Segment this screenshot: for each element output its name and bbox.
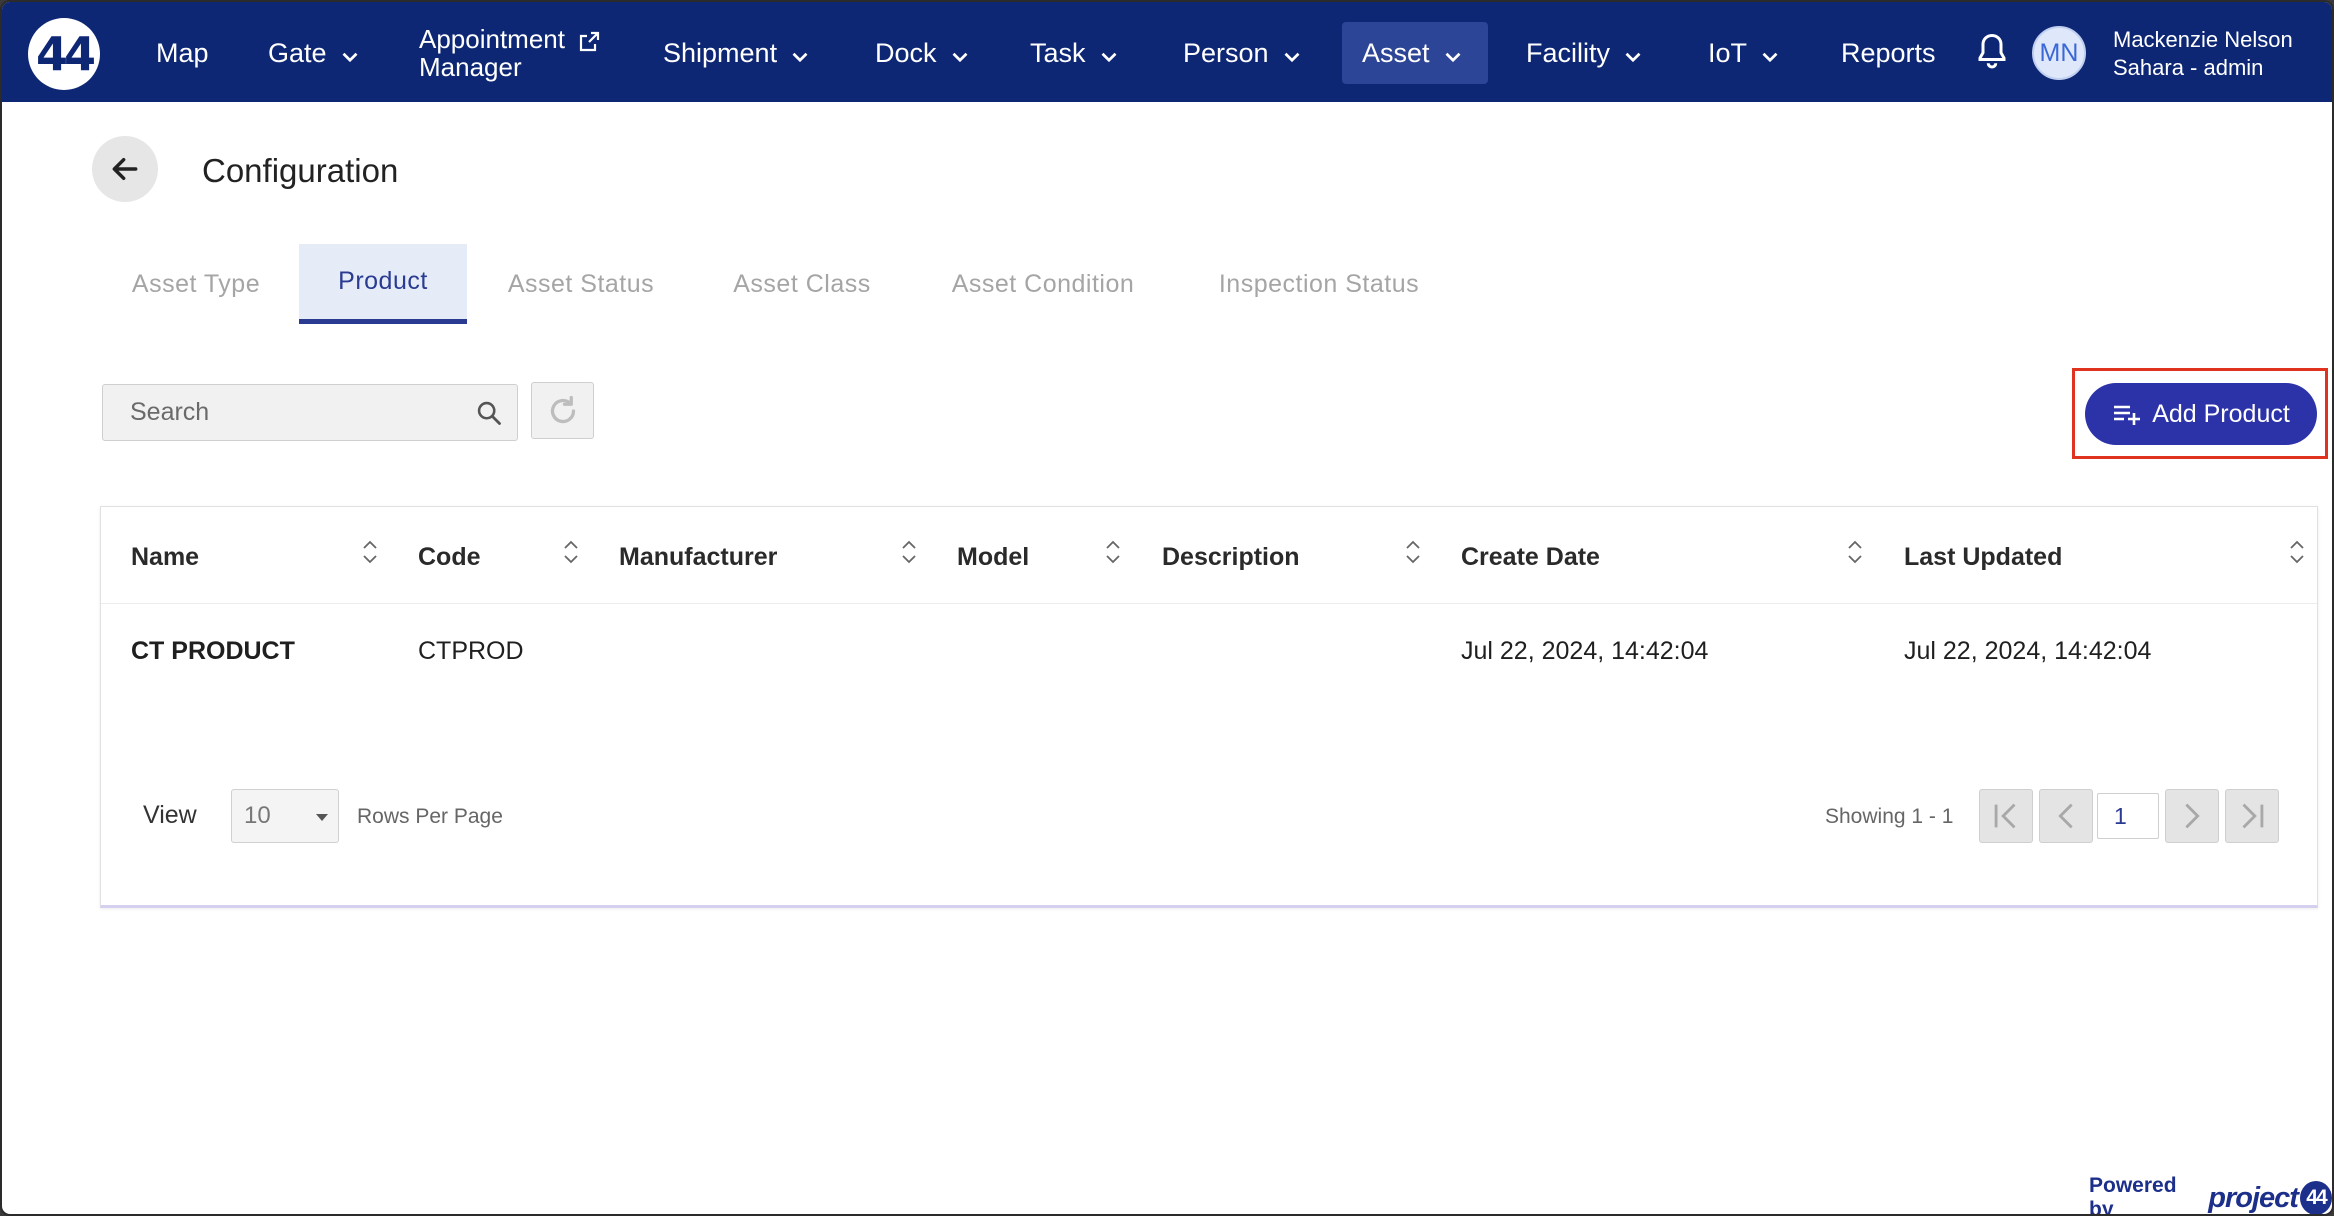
nav-shipment[interactable]: Shipment: [663, 22, 813, 84]
view-label: View: [143, 801, 197, 829]
refresh-icon: [550, 395, 575, 423]
bell-icon[interactable]: [1974, 32, 2010, 72]
showing-count: Showing 1 - 1: [1825, 805, 1954, 828]
product-table-card: Name Code Manufacturer Model Description…: [100, 506, 2318, 908]
chevron-down-icon: [952, 52, 967, 63]
chevron-left-icon: [2058, 803, 2073, 829]
cell-create-date: Jul 22, 2024, 14:42:04: [1461, 637, 1709, 665]
playlist-add-icon: [2114, 405, 2141, 425]
nav-shipment-label: Shipment: [663, 37, 778, 68]
sort-icon[interactable]: [361, 537, 379, 567]
rows-per-page-value: 10: [244, 802, 271, 829]
nav-facility-label: Facility: [1526, 37, 1611, 68]
cell-code: CTPROD: [418, 637, 524, 665]
avatar[interactable]: MN: [2032, 26, 2086, 80]
column-header-description[interactable]: Description: [1162, 543, 1300, 572]
caret-down-icon: [316, 814, 328, 821]
search-input[interactable]: [103, 385, 517, 440]
sort-icon[interactable]: [900, 537, 918, 567]
sort-icon[interactable]: [1846, 537, 1864, 567]
nav-gate-label: Gate: [268, 37, 327, 68]
nav-gate[interactable]: Gate: [268, 22, 363, 84]
nav-task-label: Task: [1030, 37, 1086, 68]
first-page-button[interactable]: [1979, 789, 2033, 843]
rows-per-page-select[interactable]: 10: [231, 789, 339, 843]
brand-badge: 44: [2299, 1181, 2332, 1214]
tab-asset-type[interactable]: Asset Type: [106, 244, 286, 324]
chevron-down-icon: [342, 52, 358, 63]
chevron-down-icon: [1625, 52, 1641, 63]
previous-page-button[interactable]: [2039, 789, 2093, 843]
app-window: 44 Map Gate Appointment Manager Shipment…: [0, 0, 2334, 1216]
brand-logo: project: [2208, 1181, 2299, 1214]
refresh-button[interactable]: [531, 382, 594, 439]
logo[interactable]: 44: [28, 18, 100, 90]
nav-appointment-manager-label: Appointment Manager: [419, 25, 565, 81]
nav-person-label: Person: [1183, 37, 1269, 68]
nav-reports[interactable]: Reports: [1841, 22, 1936, 84]
nav-facility[interactable]: Facility: [1526, 22, 1646, 84]
user-org: Sahara - admin: [2113, 55, 2264, 80]
sort-icon[interactable]: [1404, 537, 1422, 567]
add-product-label: Add Product: [2152, 399, 2290, 428]
chevron-right-icon: [2185, 803, 2200, 829]
add-product-button[interactable]: Add Product: [2085, 383, 2317, 445]
arrow-left-icon: [112, 157, 138, 181]
column-header-manufacturer[interactable]: Manufacturer: [619, 543, 777, 572]
tab-product[interactable]: Product: [299, 244, 467, 324]
chevron-down-icon: [1284, 52, 1300, 63]
nav-asset-label: Asset: [1362, 37, 1430, 68]
nav-dock-label: Dock: [875, 37, 937, 68]
column-header-last-updated[interactable]: Last Updated: [1904, 543, 2062, 572]
tab-inspection-status[interactable]: Inspection Status: [1202, 244, 1436, 324]
powered-by-text: Powered by: [2089, 1174, 2177, 1216]
column-header-name[interactable]: Name: [131, 543, 199, 572]
sort-icon[interactable]: [2288, 537, 2306, 567]
rows-per-page-label: Rows Per Page: [357, 805, 503, 828]
nav-person[interactable]: Person: [1183, 22, 1305, 84]
last-page-icon: [2242, 803, 2264, 829]
tab-asset-status[interactable]: Asset Status: [490, 244, 672, 324]
nav-reports-label: Reports: [1841, 37, 1936, 68]
search-icon[interactable]: [475, 399, 503, 427]
user-info[interactable]: Mackenzie Nelson Sahara - admin: [2113, 26, 2293, 82]
chevron-down-icon: [1445, 52, 1460, 63]
top-navigation-bar: 44 Map Gate Appointment Manager Shipment…: [2, 2, 2332, 102]
nav-appointment-line1: Appointment: [419, 24, 565, 54]
cell-last-updated: Jul 22, 2024, 14:42:04: [1904, 637, 2152, 665]
tab-asset-class[interactable]: Asset Class: [718, 244, 886, 324]
next-page-button[interactable]: [2165, 789, 2219, 843]
nav-appointment-line2: Manager: [419, 52, 522, 82]
nav-appointment-manager[interactable]: Appointment Manager: [419, 22, 601, 84]
nav-map[interactable]: Map: [156, 22, 209, 84]
sort-icon[interactable]: [1104, 537, 1122, 567]
nav-iot[interactable]: IoT: [1708, 22, 1783, 84]
tab-asset-condition[interactable]: Asset Condition: [934, 244, 1152, 324]
first-page-icon: [1994, 803, 2016, 829]
page-title: Configuration: [202, 152, 399, 189]
chevron-down-icon: [1101, 52, 1116, 63]
nav-task[interactable]: Task: [1030, 22, 1122, 84]
sort-icon[interactable]: [562, 537, 580, 567]
search-box: [102, 384, 518, 441]
chevron-down-icon: [792, 52, 808, 63]
chevron-down-icon: [1762, 52, 1778, 63]
powered-by: Powered by project 44: [2089, 1174, 2332, 1216]
column-header-create-date[interactable]: Create Date: [1461, 543, 1600, 572]
user-name: Mackenzie Nelson: [2113, 27, 2293, 52]
external-link-icon: [579, 31, 600, 52]
nav-iot-label: IoT: [1708, 37, 1748, 68]
column-header-model[interactable]: Model: [957, 543, 1029, 572]
nav-asset[interactable]: Asset: [1342, 22, 1488, 84]
last-page-button[interactable]: [2225, 789, 2279, 843]
page-number-input[interactable]: 1: [2097, 793, 2159, 839]
cell-name: CT PRODUCT: [131, 637, 295, 665]
back-button[interactable]: [92, 136, 158, 202]
column-header-code[interactable]: Code: [418, 543, 481, 572]
divider: [101, 603, 2317, 604]
nav-dock[interactable]: Dock: [875, 22, 973, 84]
nav-map-label: Map: [156, 37, 209, 68]
